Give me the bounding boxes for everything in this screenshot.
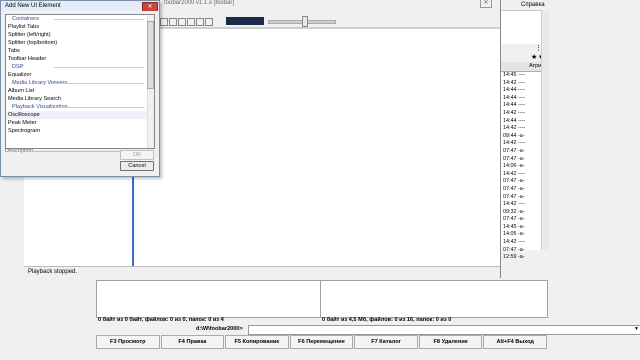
list-item[interactable]: Peak Meter: [6, 119, 154, 127]
dialog-titlebar: Add New UI Element ✕: [1, 1, 159, 12]
star-icon[interactable]: ★: [531, 53, 537, 61]
menu-help[interactable]: Справка: [521, 2, 545, 8]
list-item[interactable]: Spectrogram: [6, 127, 154, 135]
left-status: 0 байт из 0 байт, файлов: 0 из 0, папок:…: [98, 317, 224, 323]
list-item[interactable]: Splitter (left/right): [6, 31, 154, 39]
foobar-title: foobar2000 v1.1.x [foobar]: [164, 0, 235, 6]
group-header: Playback Visualization: [6, 103, 154, 111]
group-header: Containers: [6, 15, 154, 23]
file-time-row[interactable]: 12:59 -a-: [501, 254, 549, 262]
visualization-box: [226, 17, 264, 25]
right-file-panel[interactable]: [320, 280, 548, 318]
group-header: DSP: [6, 63, 154, 71]
foobar-titlebar: foobar2000 v1.1.x [foobar] ✕: [160, 0, 500, 8]
list-item[interactable]: Album List: [6, 87, 154, 95]
dialog-title: Add New UI Element: [5, 3, 61, 9]
vertical-scrollbar[interactable]: [541, 10, 549, 250]
exit-button[interactable]: Alt+F4 Выход: [483, 335, 548, 349]
f8-delete-button[interactable]: F8 Удаление: [418, 335, 483, 349]
list-item[interactable]: Oscilloscope: [6, 111, 154, 119]
function-key-bar: F3 Просмотр F4 Правка F5 Копирование F6 …: [96, 335, 548, 349]
list-scrollbar[interactable]: [147, 15, 154, 148]
list-item[interactable]: Equalizer: [6, 71, 154, 79]
list-item[interactable]: Tabs: [6, 47, 154, 55]
right-panel-strip: Справка ⋮ ★ ▾ Атрибу 14:45 ----14:42 ---…: [500, 0, 549, 260]
f5-copy-button[interactable]: F5 Копирование: [225, 335, 289, 349]
list-scroll-thumb[interactable]: [147, 21, 154, 89]
list-item[interactable]: Playlist Tabs: [6, 23, 154, 31]
element-list[interactable]: Containers Playlist Tabs Splitter (left/ri…: [5, 14, 155, 149]
prev-icon[interactable]: [187, 18, 195, 26]
command-input[interactable]: ▼: [248, 325, 640, 335]
next-icon[interactable]: [196, 18, 204, 26]
stop-icon[interactable]: [160, 18, 168, 26]
status-bar: Playback stopped.: [24, 266, 500, 277]
f6-move-button[interactable]: F6 Перемещение: [289, 335, 354, 349]
list-item[interactable]: Media Library Search: [6, 95, 154, 103]
random-icon[interactable]: [205, 18, 213, 26]
play-icon[interactable]: [178, 18, 186, 26]
f7-mkdir-button[interactable]: F7 Каталог: [354, 335, 418, 349]
group-header: Media Library Viewers: [6, 79, 154, 87]
chevron-down-icon[interactable]: ▼: [634, 326, 639, 332]
f3-view-button[interactable]: F3 Просмотр: [96, 335, 160, 349]
f4-edit-button[interactable]: F4 Правка: [160, 335, 225, 349]
ok-button[interactable]: OK: [120, 150, 154, 160]
list-item[interactable]: Splitter (top/bottom): [6, 39, 154, 47]
left-file-panel[interactable]: [96, 280, 322, 318]
add-ui-element-dialog: Add New UI Element ✕ Containers Playlist …: [0, 0, 160, 177]
list-item[interactable]: Toolbar Header: [6, 55, 154, 63]
command-line-bar: d:\W\foobar2000> ▼: [96, 325, 640, 335]
cancel-button[interactable]: Cancel: [120, 161, 154, 171]
volume-thumb[interactable]: [302, 16, 308, 27]
status-text: Playback stopped.: [28, 269, 78, 275]
pause-icon[interactable]: [169, 18, 177, 26]
close-icon[interactable]: ✕: [480, 0, 492, 8]
right-status: 0 байт из 4,5 Мб, файлов: 0 из 16, папок…: [322, 317, 452, 323]
current-path: d:\W\foobar2000>: [196, 326, 243, 332]
dialog-body: Containers Playlist Tabs Splitter (left/ri…: [1, 11, 159, 176]
